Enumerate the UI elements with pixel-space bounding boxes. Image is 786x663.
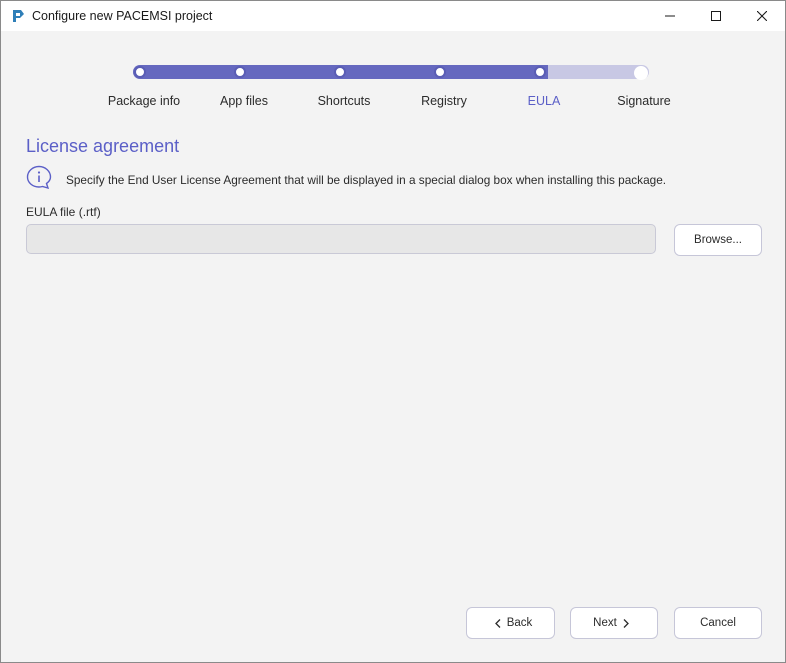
step-label-signature[interactable]: Signature (594, 94, 694, 108)
dialog-window: Configure new PACEMSI project Package in… (0, 0, 786, 663)
step-dot-eula[interactable] (534, 66, 546, 78)
step-dot-registry[interactable] (434, 66, 446, 78)
step-label-app-files[interactable]: App files (194, 94, 294, 108)
minimize-icon (665, 15, 675, 17)
step-label-eula[interactable]: EULA (494, 94, 594, 108)
info-description: Specify the End User License Agreement t… (66, 173, 667, 187)
step-label-shortcuts[interactable]: Shortcuts (294, 94, 394, 108)
maximize-button[interactable] (693, 1, 739, 31)
minimize-button[interactable] (647, 1, 693, 31)
next-button-label: Next (593, 617, 617, 629)
app-logo-icon (13, 10, 24, 22)
title-bar: Configure new PACEMSI project (1, 1, 785, 31)
browse-button[interactable]: Browse... (674, 224, 762, 256)
step-dot-app-files[interactable] (234, 66, 246, 78)
step-dot-signature[interactable] (634, 66, 648, 80)
page-title: License agreement (26, 136, 180, 156)
maximize-icon (711, 11, 721, 21)
cancel-button[interactable]: Cancel (674, 607, 762, 639)
back-button[interactable]: Back (466, 607, 555, 639)
step-label-package-info[interactable]: Package info (94, 94, 194, 108)
eula-file-label: EULA file (.rtf) (26, 205, 101, 219)
step-label-registry[interactable]: Registry (394, 94, 494, 108)
info-icon (26, 165, 52, 189)
chevron-right-icon (623, 618, 629, 628)
back-button-label: Back (506, 617, 533, 629)
close-icon (757, 11, 767, 21)
wizard-stepper: Package info App files Shortcuts Registr… (1, 57, 785, 117)
step-dot-package-info[interactable] (134, 66, 146, 78)
chevron-left-icon (494, 618, 501, 628)
window-title: Configure new PACEMSI project (32, 9, 213, 23)
close-button[interactable] (739, 1, 785, 31)
next-button[interactable]: Next (570, 607, 658, 639)
eula-file-input[interactable] (26, 224, 656, 254)
step-dot-shortcuts[interactable] (334, 66, 346, 78)
